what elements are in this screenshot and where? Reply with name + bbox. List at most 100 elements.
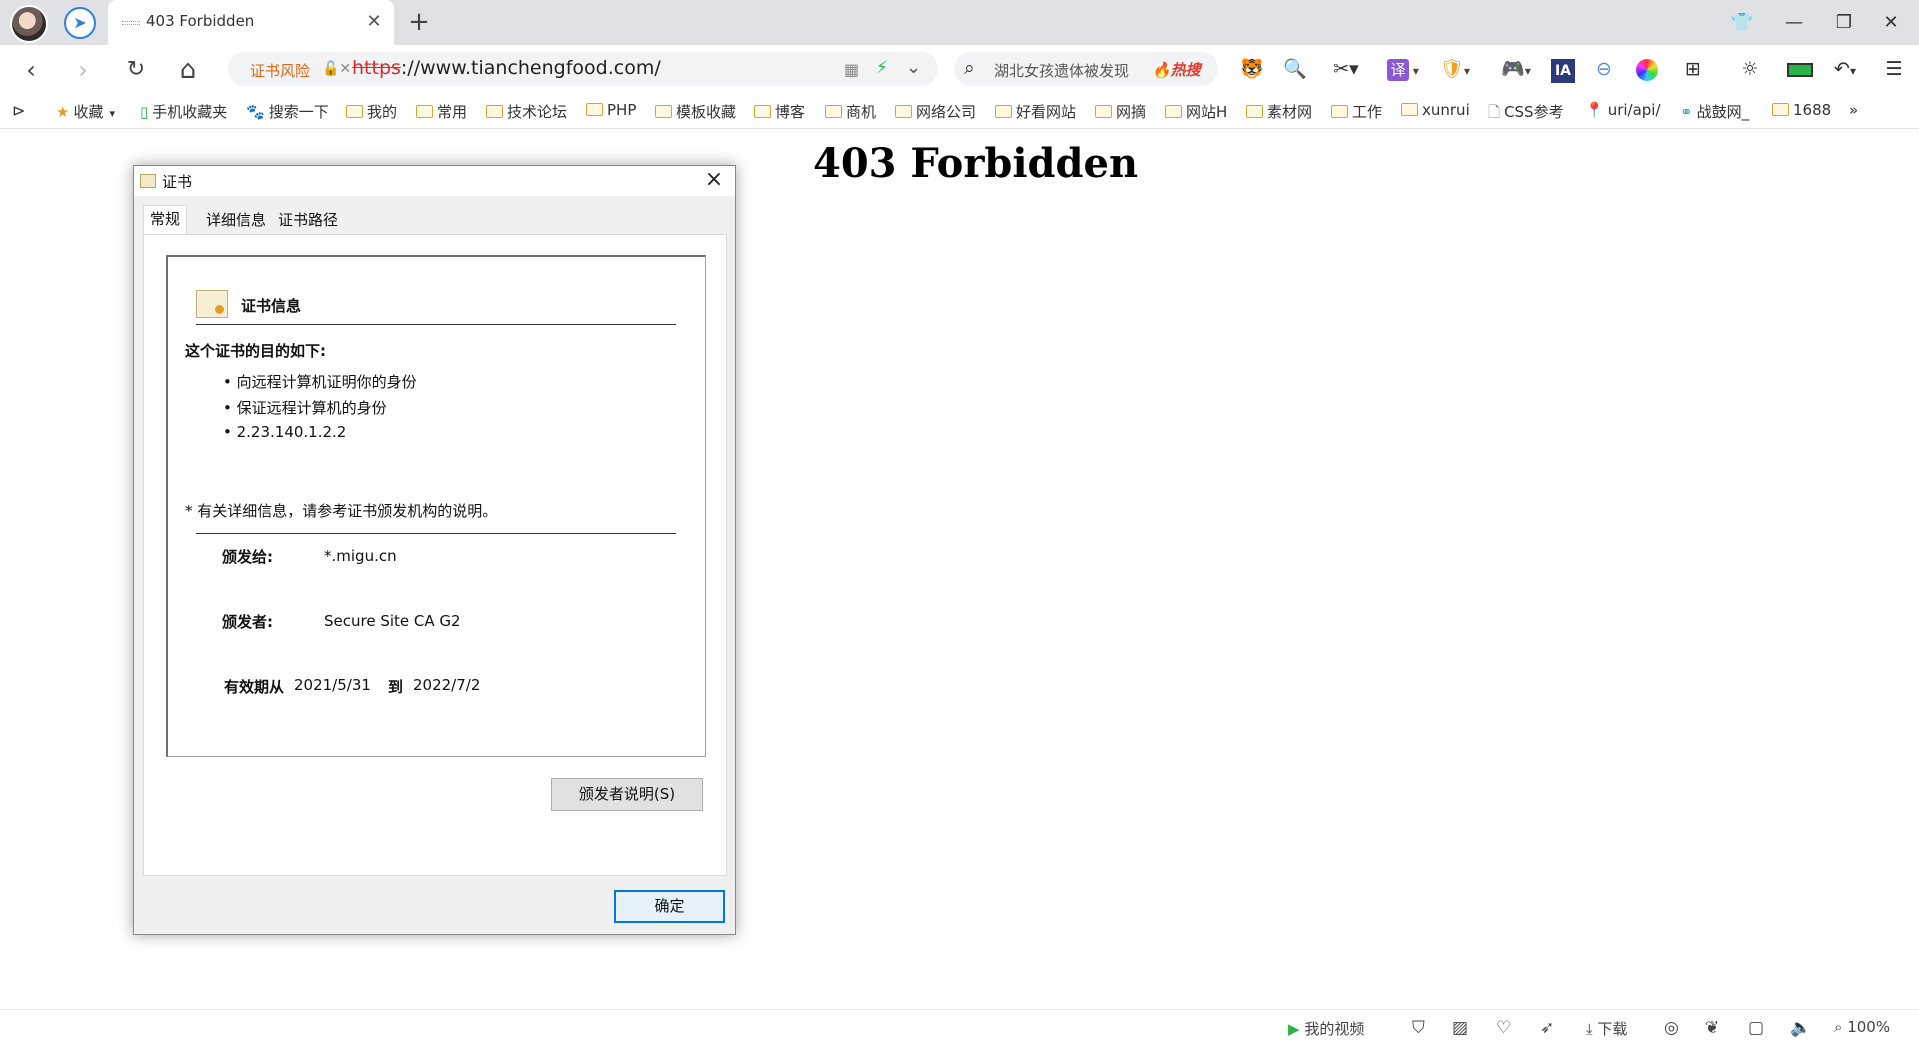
sun-icon[interactable]: ☼ [1736,56,1764,82]
restore-button[interactable]: ❐ [1824,8,1864,38]
folder-icon [1331,105,1348,118]
my-video-button[interactable]: ▶ 我的视频 [1288,1018,1364,1039]
reload-button[interactable]: ↻ [120,54,152,86]
tab-general[interactable]: 常规 [143,205,188,235]
download-button[interactable]: ⤓ 下载 [1586,1018,1627,1039]
bookmark-folder[interactable]: 好看网站 [995,101,1076,122]
valid-from-label: 有效期从 [224,678,285,696]
color-wheel-icon[interactable] [1634,56,1660,82]
tab-strip: ➤ 403 Forbidden ✕ + 👕 — ❐ ✕ [0,0,1919,45]
ia-icon[interactable]: IA [1550,56,1576,83]
folder-icon [754,105,771,118]
chevron-down-icon[interactable]: ⌄ [906,57,921,78]
bookmark-folder[interactable]: xunrui [1401,101,1470,119]
url-text[interactable]: https://www.tianchengfood.com/ [352,57,661,79]
dialog-close-button[interactable]: × [701,167,727,192]
bookmark-folder[interactable]: 常用 [416,101,467,122]
tab-close-button[interactable]: ✕ [364,11,384,32]
bookmark-uri-api[interactable]: 📍 uri/api/ [1585,101,1663,119]
bookmark-folder[interactable]: 博客 [754,101,805,122]
zoom-label: 100% [1847,1018,1891,1036]
folder-icon [586,103,603,116]
qr-code-icon[interactable]: ▦ [844,60,859,79]
bookmark-folder[interactable]: PHP [586,101,636,119]
tab-403-forbidden[interactable]: 403 Forbidden ✕ [108,0,394,45]
bookmark-folder[interactable]: 网摘 [1095,101,1146,122]
bookmark-folder[interactable]: 素材网 [1246,101,1312,122]
window-icon[interactable]: ▢ [1748,1018,1764,1038]
back-button[interactable]: ‹ [15,54,47,86]
forward-button[interactable]: › [67,54,99,86]
window-close-button[interactable]: ✕ [1871,8,1911,38]
folder-icon [995,105,1012,118]
bolt-icon[interactable]: ⚡ [876,58,888,78]
bookmark-mobile-favorites[interactable]: ▯ 手机收藏夹 [140,101,227,122]
valid-to-label: 到 [388,678,404,696]
cert-risk-label[interactable]: 证书风险 [250,60,310,81]
user-avatar[interactable] [10,5,48,43]
minimize-button[interactable]: — [1774,8,1814,38]
tiger-icon[interactable]: 🐯 [1238,56,1266,82]
undo-icon[interactable]: ↶▾ [1825,56,1865,82]
home-button[interactable]: ⌂ [172,54,204,86]
skin-icon[interactable]: 👕 [1722,8,1762,38]
bookmark-folder[interactable]: 商机 [825,101,876,122]
insecure-lock-icon[interactable]: 🔓✕ [322,61,351,77]
bookmark-folder[interactable]: 模板收藏 [655,101,736,122]
bookmark-folder[interactable]: 技术论坛 [486,101,567,122]
address-bar[interactable]: 证书风险 🔓✕ https://www.tianchengfood.com/ ▦… [228,52,938,86]
rocket-icon[interactable]: ➶ [1540,1018,1554,1038]
menu-icon[interactable]: ☰ [1880,56,1908,82]
new-tab-button[interactable]: + [404,7,434,37]
image-icon[interactable]: ▨ [1452,1018,1468,1038]
search-box[interactable]: ⌕ 湖北女孩遗体被发现 🔥热搜 [954,52,1218,86]
search-input[interactable]: 湖北女孩遗体被发现 [994,60,1129,81]
gamepad-icon[interactable]: 🎮▾ [1495,56,1537,82]
bookmark-folder[interactable]: 我的 [346,101,397,122]
minus-circle-icon[interactable]: ⊖ [1591,56,1617,82]
sidebar-toggle-icon[interactable]: ⊳ [12,101,25,120]
magnifier-icon[interactable]: 🔍 [1281,56,1309,82]
divider [196,324,676,325]
dialog-titlebar[interactable]: 证书 × [134,166,735,196]
purpose-item: • 保证远程计算机的身份 [223,399,387,417]
navigation-icon[interactable]: ➤ [64,7,96,39]
valid-to-value: 2022/7/2 [413,676,481,694]
bookmark-baidu-search[interactable]: 🐾 搜索一下 [246,101,329,122]
page-heading: 403 Forbidden [813,140,1139,187]
shield-icon[interactable]: ⛉ [1412,1018,1425,1038]
tab-details[interactable]: 详细信息 [200,207,272,233]
bookmark-folder[interactable]: 网络公司 [895,101,976,122]
bookmark-label: 1688 [1793,101,1832,119]
shield-coin-icon[interactable]: 🛡▾ [1436,56,1474,82]
tab-favicon-icon [122,21,140,25]
zoom-button[interactable]: ⌕ 100% [1834,1018,1890,1036]
bookmark-folder[interactable]: 工作 [1331,101,1382,122]
issuer-statement-button[interactable]: 颁发者说明(S) [551,778,703,811]
link-icon: ⚭ [1680,103,1693,121]
hot-search-badge[interactable]: 🔥热搜 [1152,59,1201,80]
bookmark-css-reference[interactable]: 🗋 CSS参考 [1488,101,1568,127]
certificate-dialog: 证书 × 常规 详细信息 证书路径 证书信息 这个证书的目的如下: • 向远程计… [133,165,736,935]
issued-by-value: Secure Site CA G2 [324,612,461,630]
details-note: * 有关详细信息，请参考证书颁发机构的说明。 [185,502,498,520]
battery-icon[interactable] [1784,56,1816,82]
tab-cert-path[interactable]: 证书路径 [272,207,344,233]
bookmark-folder[interactable]: 1688 [1772,101,1831,119]
issued-by-label: 颁发者: [222,613,273,631]
folder-icon [895,105,912,118]
bookmark-favorites[interactable]: ★ 收藏 ▾ [56,101,115,122]
grid-icon[interactable]: ⊞ [1679,56,1707,82]
leaf-icon[interactable]: ❦ [1705,1018,1719,1038]
ok-button[interactable]: 确定 [614,890,725,923]
bookmark-folder[interactable]: 网站H [1165,101,1227,122]
translate-icon[interactable]: 译 ▾ [1384,56,1422,82]
heart-icon[interactable]: ♡ [1496,1018,1511,1038]
url-protocol: https [352,57,401,79]
bookmarks-more-button[interactable]: » [1849,101,1858,119]
incognito-icon[interactable]: ◎ [1664,1018,1679,1038]
scissors-icon[interactable]: ✂▾ [1328,56,1364,82]
zoom-icon: ⌕ [1834,1018,1843,1036]
volume-icon[interactable]: 🔈 [1790,1018,1811,1038]
bookmark-zhangu[interactable]: ⚭ 战鼓网_ [1680,101,1762,122]
